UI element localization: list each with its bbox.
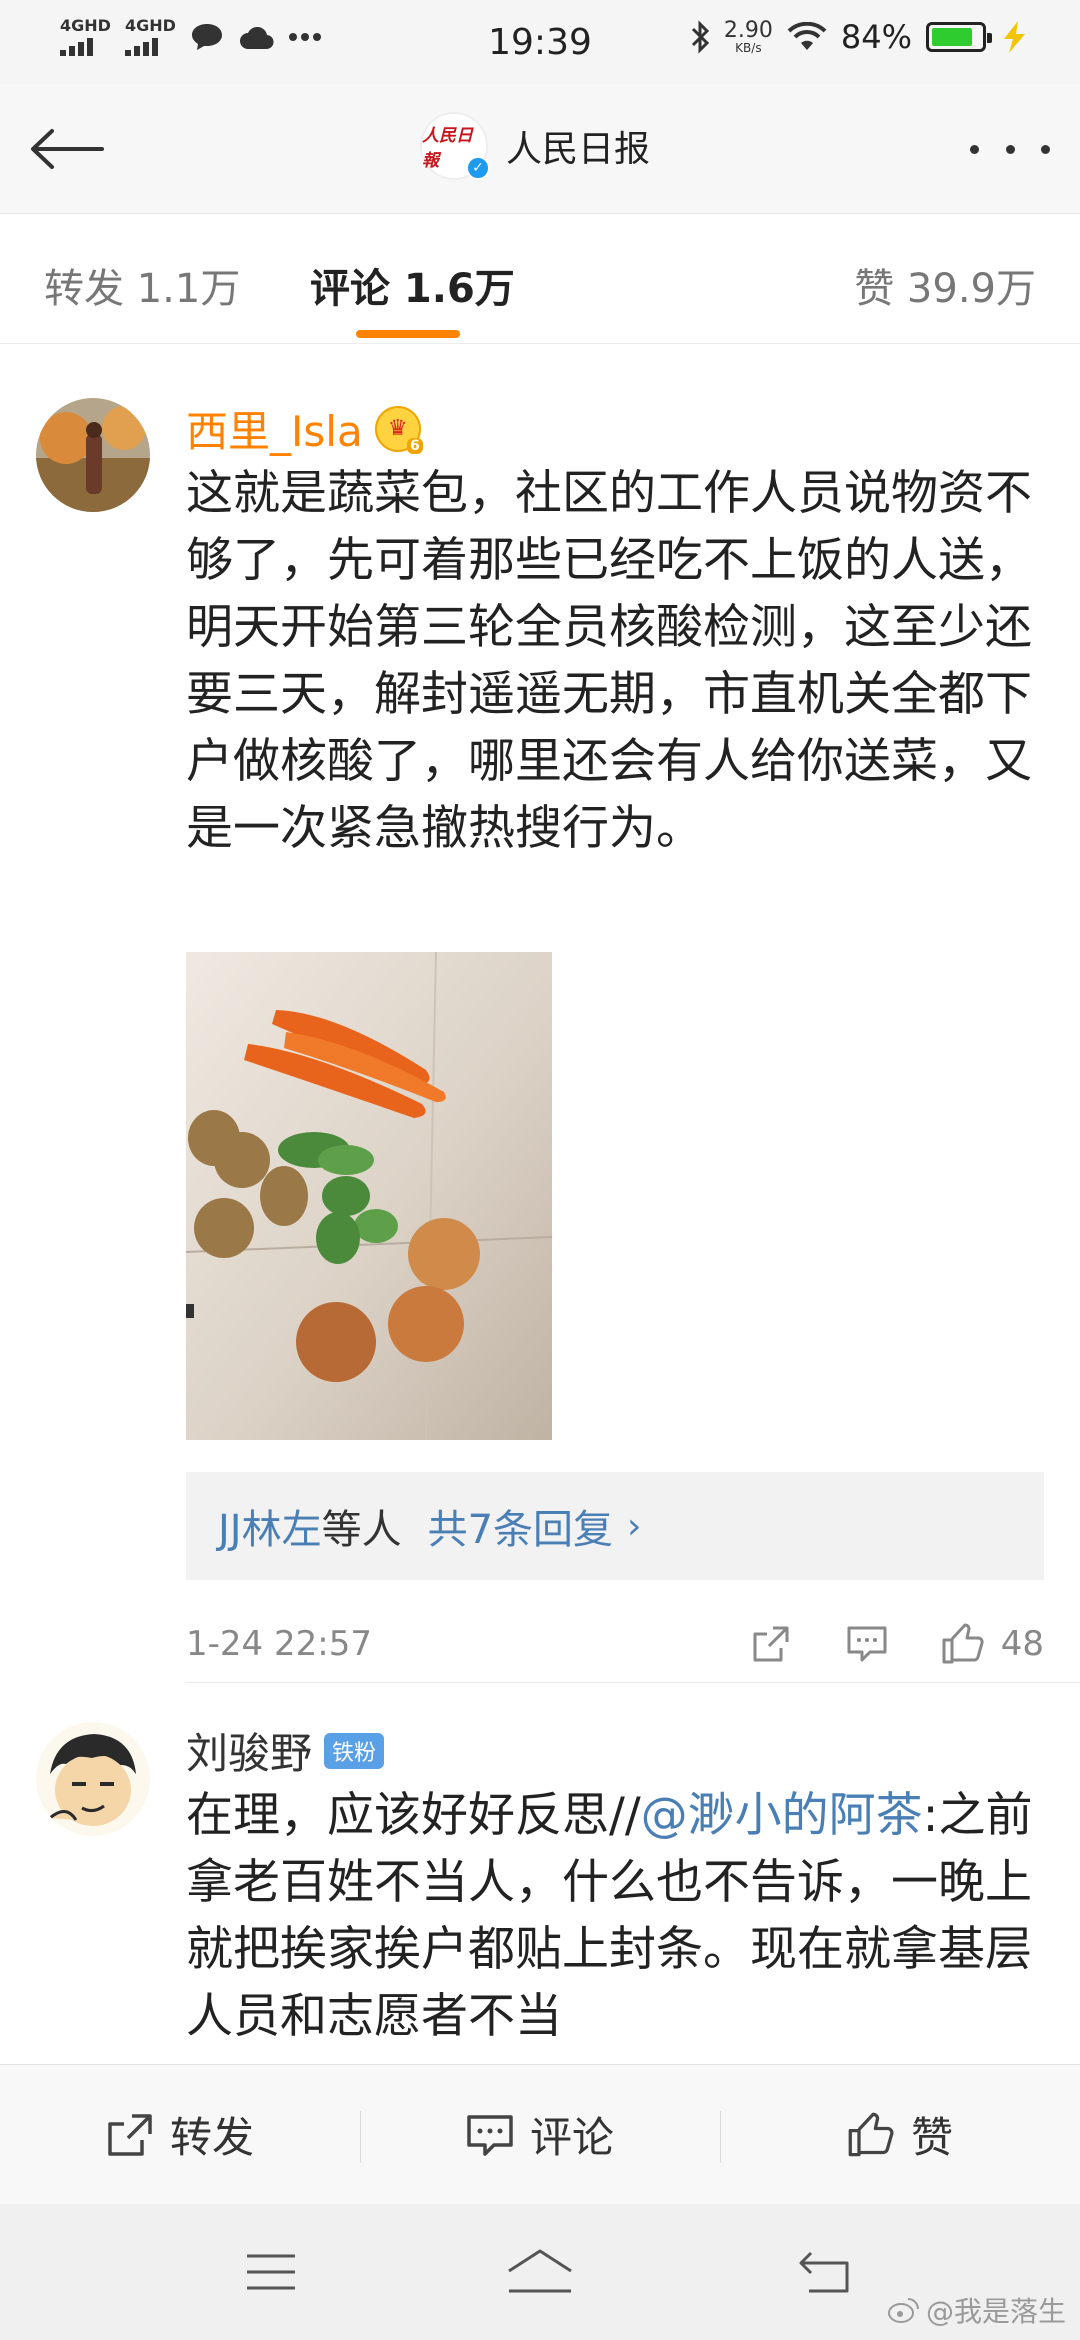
battery-level-fill <box>932 28 973 46</box>
reply-count[interactable]: 共7条回复 <box>428 1497 613 1555</box>
more-button[interactable] <box>970 124 1050 174</box>
verified-badge-icon: ✓ <box>466 156 490 180</box>
like-icon <box>848 2112 894 2156</box>
mention-link[interactable]: @渺小的阿茶 <box>641 1788 923 1843</box>
crown-badge-icon: ♛ 6 <box>374 405 423 454</box>
status-bar: 4GHD 4GHD 19:39 2.90 KB/s 84% <box>0 0 1080 84</box>
comment-item: 刘骏野 铁粉 在理，应该好好反思//@渺小的阿茶:之前拿老百姓不当人，什么也不告… <box>0 1690 1080 2064</box>
reply-etc: 等人 <box>321 1507 402 1553</box>
comment-button[interactable]: 评论 <box>360 2065 720 2204</box>
comment-icon <box>847 1626 887 1662</box>
comment-label: 评论 <box>529 2113 614 2162</box>
menu-lines-icon <box>247 2254 295 2290</box>
repost-button[interactable]: 转发 <box>0 2065 360 2204</box>
comment-item: 西里_Isla ♛ 6 这就是蔬菜包，社区的工作人员说物资不够了，先可着那些已经吃… <box>0 360 1080 1690</box>
bottom-action-bar: 转发 评论 赞 <box>0 2064 1080 2204</box>
comment-meta: 1-24 22:57 48 <box>186 1614 1044 1674</box>
comment-username[interactable]: 刘骏野 <box>186 1720 312 1781</box>
chevron-right-icon: › <box>627 1505 642 1547</box>
more-dot <box>1005 144 1015 154</box>
watermark-text: @我是落生 <box>925 2295 1066 2328</box>
status-right: 2.90 KB/s 84% <box>690 18 1030 56</box>
battery-percent: 84% <box>840 18 912 56</box>
back-arrow-icon <box>31 129 104 169</box>
tab-bar: 转发 1.1万 评论 1.6万 赞 39.9万 <box>0 214 1080 344</box>
vegetables-photo <box>186 952 552 1440</box>
back-nav-button[interactable] <box>790 2244 860 2300</box>
tab-reposts[interactable]: 转发 1.1万 <box>44 256 240 314</box>
tab-likes[interactable]: 赞 39.9万 <box>854 256 1036 314</box>
repost-icon <box>108 2113 152 2156</box>
comment-like-button[interactable] <box>933 1614 993 1674</box>
account-info[interactable]: 人民日報 ✓ 人民日报 <box>420 112 650 180</box>
comment-timestamp: 1-24 22:57 <box>186 1624 372 1664</box>
speed-unit: KB/s <box>735 41 762 55</box>
recent-apps-button[interactable] <box>236 2244 306 2300</box>
repost-label: 转发 <box>169 2113 254 2162</box>
badge-number: 6 <box>406 437 423 454</box>
tab-comments[interactable]: 评论 1.6万 <box>310 256 515 314</box>
like-count: 48 <box>1000 1624 1044 1664</box>
wifi-icon <box>787 22 827 50</box>
reply-names[interactable]: JJ林左 <box>218 1497 322 1555</box>
fan-badge: 铁粉 <box>324 1732 385 1769</box>
avatar[interactable] <box>36 1722 150 1836</box>
thumbs-up-icon <box>942 1623 984 1664</box>
battery-icon <box>926 22 992 52</box>
active-tab-indicator <box>356 330 460 338</box>
share-icon <box>753 1626 789 1662</box>
bluetooth-icon <box>691 20 710 54</box>
more-dot <box>970 144 979 154</box>
home-icon <box>508 2249 572 2293</box>
comment-user-row: 刘骏野 铁粉 <box>186 1720 385 1781</box>
comment-repost-button[interactable] <box>741 1614 801 1674</box>
like-label: 赞 <box>910 2113 953 2162</box>
comment-icon <box>467 2114 513 2156</box>
comment-text: 在理，应该好好反思//@渺小的阿茶:之前拿老百姓不当人，什么也不告诉，一晚上就把… <box>186 1782 1046 2050</box>
system-nav-bar: @我是落生 <box>0 2204 1080 2340</box>
back-button[interactable] <box>28 114 104 184</box>
account-avatar[interactable]: 人民日報 ✓ <box>420 112 490 180</box>
weibo-logo-icon <box>887 2298 919 2323</box>
page-header: 人民日報 ✓ 人民日报 <box>0 84 1080 214</box>
watermark: @我是落生 <box>887 2290 1066 2330</box>
comment-list[interactable]: 西里_Isla ♛ 6 这就是蔬菜包，社区的工作人员说物资不够了，先可着那些已经吃… <box>0 360 1080 2064</box>
comment-text: 这就是蔬菜包，社区的工作人员说物资不够了，先可着那些已经吃不上饭的人送，明天开始… <box>186 466 1032 856</box>
return-arrow-icon <box>799 2251 849 2293</box>
home-button[interactable] <box>505 2244 575 2300</box>
comment-reply-button[interactable] <box>837 1614 897 1674</box>
avatar-image <box>36 1722 150 1836</box>
speed-value: 2.90 <box>723 18 773 43</box>
avatar-image <box>36 398 150 512</box>
comment-user-row: 西里_Isla ♛ 6 <box>186 398 423 459</box>
network-speed: 2.90 KB/s <box>723 18 773 55</box>
avatar[interactable] <box>36 398 150 512</box>
reply-summary-button[interactable]: JJ林左 等人 共7条回复 › <box>186 1472 1044 1580</box>
more-dot <box>1041 144 1050 154</box>
charging-bolt-icon <box>1004 21 1025 53</box>
like-button[interactable]: 赞 <box>720 2065 1080 2204</box>
comment-text-prefix: 在理，应该好好反思// <box>186 1788 641 1843</box>
comment-photo[interactable] <box>186 952 552 1440</box>
comment-divider <box>186 1682 1080 1683</box>
comment-username[interactable]: 西里_Isla <box>186 398 363 459</box>
page-title: 人民日报 <box>506 129 651 170</box>
